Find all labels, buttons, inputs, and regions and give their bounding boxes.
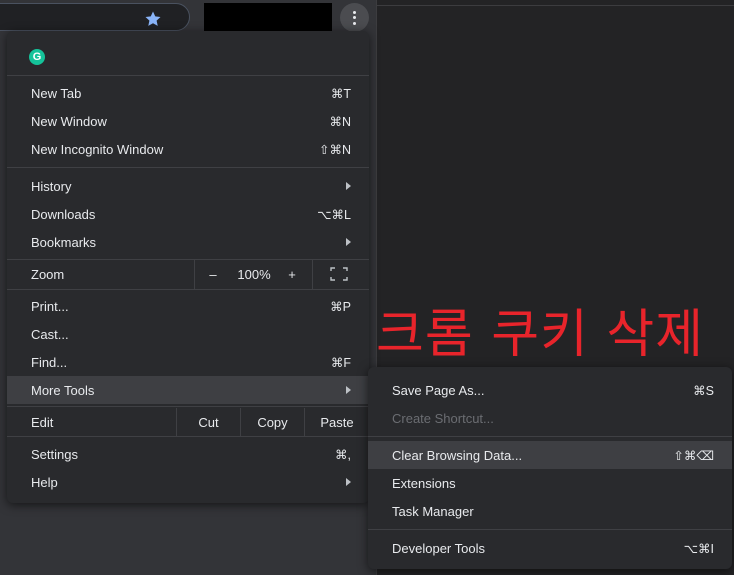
menu-item-task-manager[interactable]: Task Manager bbox=[368, 497, 732, 525]
menu-item-label: Task Manager bbox=[392, 503, 474, 519]
zoom-row: Zoom – 100% + bbox=[7, 260, 369, 289]
menu-item-label: Developer Tools bbox=[392, 540, 485, 556]
menu-item-new-tab[interactable]: New Tab ⌘T bbox=[7, 79, 369, 107]
menu-item-shortcut: ⇧⌘N bbox=[318, 142, 351, 157]
menu-item-shortcut: ⌘T bbox=[330, 86, 351, 101]
menu-item-label: Cast... bbox=[31, 326, 69, 342]
menu-separator bbox=[7, 289, 369, 290]
menu-item-label: History bbox=[31, 178, 72, 194]
menu-item-new-window[interactable]: New Window ⌘N bbox=[7, 107, 369, 135]
menu-separator bbox=[7, 406, 369, 407]
menu-item-settings[interactable]: Settings ⌘, bbox=[7, 440, 369, 468]
edit-row: Edit Cut Copy Paste bbox=[7, 408, 369, 436]
menu-item-clear-browsing-data[interactable]: Clear Browsing Data... ⇧⌘⌫ bbox=[368, 441, 732, 469]
chevron-right-icon bbox=[346, 238, 351, 246]
menu-item-label: Settings bbox=[31, 446, 78, 462]
zoom-out-button[interactable]: – bbox=[202, 260, 224, 288]
divider bbox=[376, 5, 734, 6]
menu-item-label: Extensions bbox=[392, 475, 456, 491]
divider bbox=[194, 260, 195, 289]
menu-item-shortcut: ⌘S bbox=[693, 383, 714, 398]
menu-separator bbox=[7, 167, 369, 168]
menu-item-label: New Tab bbox=[31, 85, 82, 101]
menu-item-shortcut: ⌘N bbox=[329, 114, 351, 129]
menu-separator bbox=[368, 436, 732, 437]
menu-item-shortcut: ⌘F bbox=[330, 355, 351, 370]
menu-separator bbox=[7, 436, 369, 437]
zoom-label: Zoom bbox=[31, 267, 65, 282]
menu-item-help[interactable]: Help bbox=[7, 468, 369, 496]
menu-item-new-incognito-window[interactable]: New Incognito Window ⇧⌘N bbox=[7, 135, 369, 163]
paste-button[interactable]: Paste bbox=[305, 408, 369, 436]
chevron-right-icon bbox=[346, 386, 351, 394]
zoom-in-button[interactable]: + bbox=[281, 260, 303, 288]
chrome-main-menu: G New Tab ⌘T New Window ⌘N New Incognito… bbox=[7, 31, 369, 503]
menu-item-developer-tools[interactable]: Developer Tools ⌥⌘I bbox=[368, 534, 732, 562]
menu-item-label: More Tools bbox=[31, 382, 95, 398]
copy-button[interactable]: Copy bbox=[241, 408, 304, 436]
menu-item-print[interactable]: Print... ⌘P bbox=[7, 292, 369, 320]
grammarly-icon[interactable]: G bbox=[29, 49, 45, 65]
menu-item-shortcut: ⌥⌘L bbox=[317, 207, 351, 222]
more-tools-submenu: Save Page As... ⌘S Create Shortcut... Cl… bbox=[368, 367, 732, 569]
menu-item-downloads[interactable]: Downloads ⌥⌘L bbox=[7, 200, 369, 228]
menu-item-shortcut: ⌘P bbox=[330, 299, 351, 314]
edit-label: Edit bbox=[31, 414, 54, 430]
menu-item-extensions[interactable]: Extensions bbox=[368, 469, 732, 497]
address-bar[interactable] bbox=[0, 3, 190, 31]
menu-item-history[interactable]: History bbox=[7, 172, 369, 200]
divider bbox=[312, 260, 313, 289]
menu-item-label: Clear Browsing Data... bbox=[392, 447, 523, 463]
menu-item-label: Save Page As... bbox=[392, 382, 485, 398]
menu-item-create-shortcut: Create Shortcut... bbox=[368, 404, 732, 432]
star-icon[interactable] bbox=[144, 10, 162, 28]
menu-item-label: New Incognito Window bbox=[31, 141, 164, 157]
fullscreen-icon[interactable] bbox=[327, 260, 351, 288]
menu-item-label: New Window bbox=[31, 113, 107, 129]
menu-item-find[interactable]: Find... ⌘F bbox=[7, 348, 369, 376]
zoom-level: 100% bbox=[237, 266, 271, 282]
menu-item-shortcut: ⌥⌘I bbox=[683, 541, 714, 556]
redacted-area bbox=[204, 3, 332, 32]
chevron-right-icon bbox=[346, 182, 351, 190]
menu-item-more-tools[interactable]: More Tools bbox=[7, 376, 369, 404]
cut-button[interactable]: Cut bbox=[177, 408, 240, 436]
kebab-icon[interactable] bbox=[340, 3, 369, 32]
menu-item-label: Create Shortcut... bbox=[392, 410, 494, 426]
overlay-caption: 크롬 쿠키 삭제 bbox=[376, 305, 705, 365]
chevron-right-icon bbox=[346, 478, 351, 486]
menu-item-label: Downloads bbox=[31, 206, 96, 222]
menu-separator bbox=[7, 75, 369, 76]
menu-item-shortcut: ⌘, bbox=[335, 447, 351, 462]
menu-item-bookmarks[interactable]: Bookmarks bbox=[7, 228, 369, 256]
menu-item-save-page-as[interactable]: Save Page As... ⌘S bbox=[368, 376, 732, 404]
menu-item-label: Find... bbox=[31, 354, 68, 370]
menu-separator bbox=[368, 529, 732, 530]
menu-item-label: Bookmarks bbox=[31, 234, 97, 250]
menu-item-label: Print... bbox=[31, 298, 69, 314]
menu-item-cast[interactable]: Cast... bbox=[7, 320, 369, 348]
menu-item-shortcut: ⇧⌘⌫ bbox=[673, 448, 714, 463]
menu-item-label: Help bbox=[31, 474, 58, 490]
